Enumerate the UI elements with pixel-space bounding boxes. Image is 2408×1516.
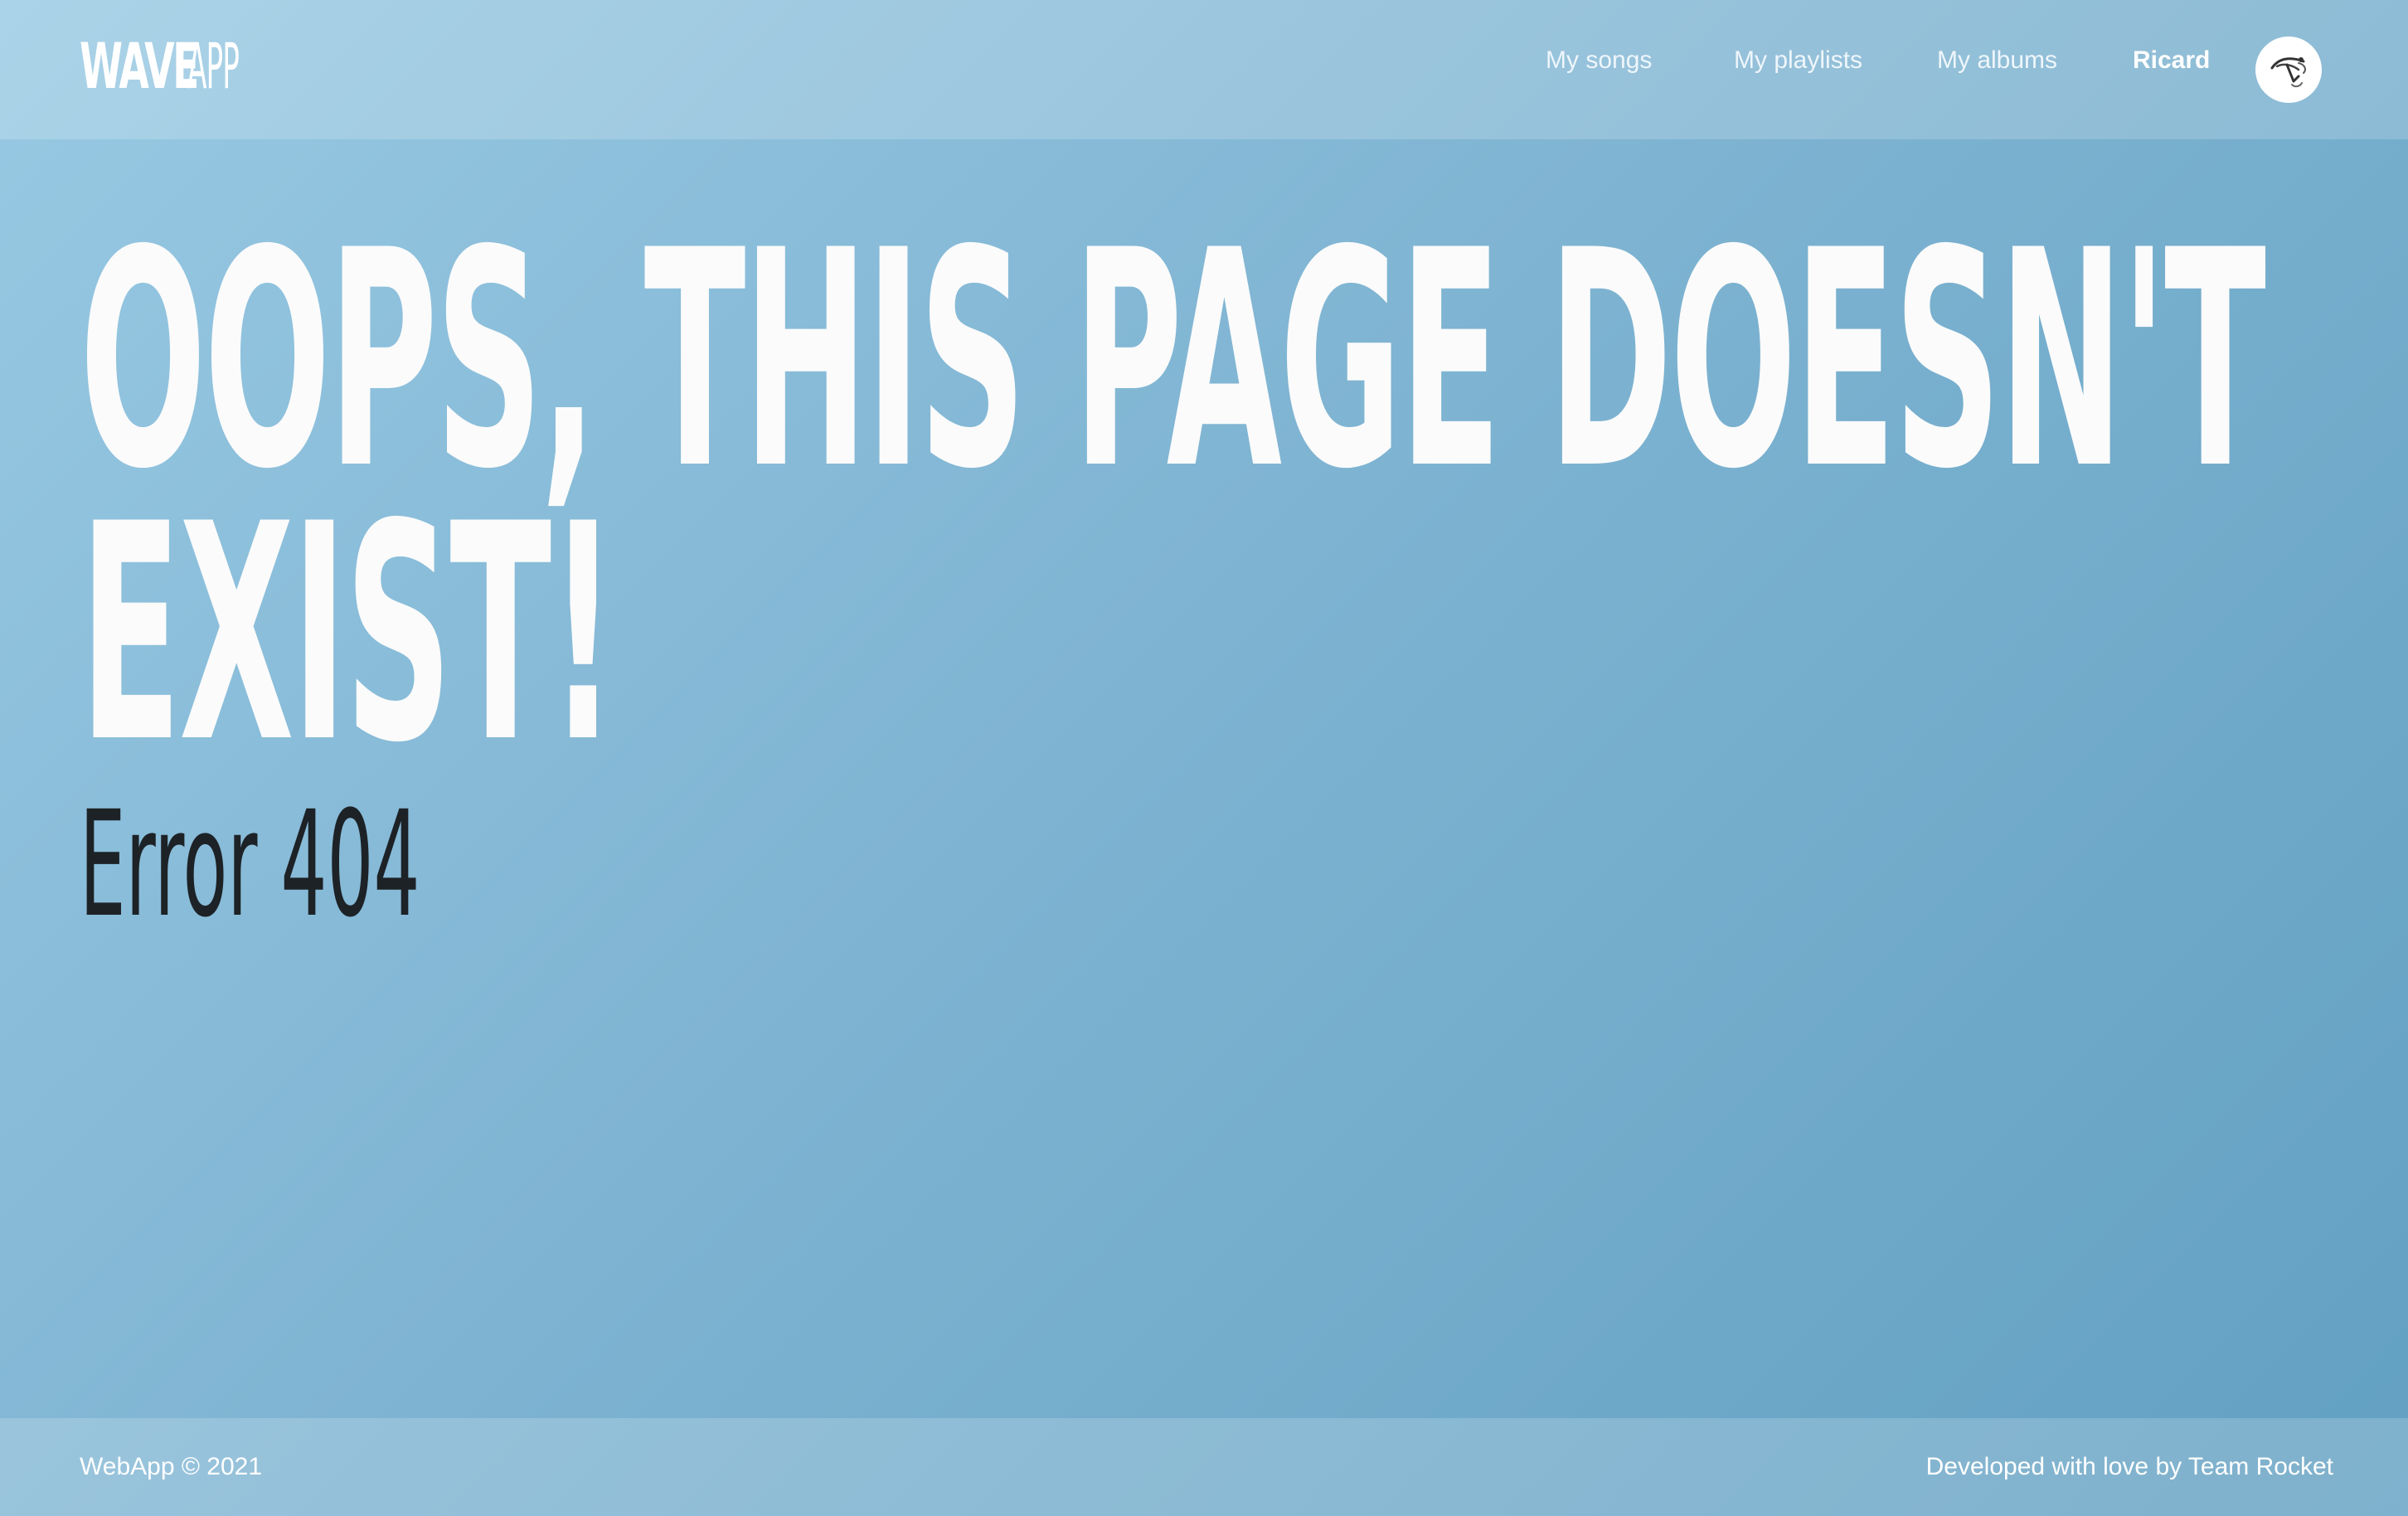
footer-credits: Developed with love by Team Rocket [1925, 1453, 2333, 1480]
page-headline: OOPS, THIS PAGE DOESN'T EXIST! [80, 187, 2318, 808]
logo-app-text: APP [187, 29, 240, 103]
top-navbar: WAVE APP My songs My playlists My albums… [0, 0, 2408, 139]
avatar-hand-drawn-icon [2270, 57, 2306, 88]
nav-my-playlists[interactable]: My playlists [1734, 46, 1862, 75]
page-footer: WebApp © 2021 Developed with love by Tea… [0, 1418, 2408, 1516]
nav-user-name[interactable]: Ricard [2133, 46, 2210, 75]
nav-my-albums[interactable]: My albums [1937, 46, 2057, 75]
error-code-label: Error 404 [80, 780, 420, 950]
headline-line-1: OOPS, THIS PAGE DOESN'T [80, 187, 2266, 534]
nav-my-songs[interactable]: My songs [1546, 46, 1652, 75]
user-avatar[interactable] [2255, 36, 2322, 103]
logo-wave-text: WAVE [80, 29, 199, 103]
footer-copyright: WebApp © 2021 [80, 1453, 263, 1480]
headline-line-2: EXIST! [80, 460, 617, 808]
waveapp-logo[interactable]: WAVE APP [80, 28, 270, 98]
